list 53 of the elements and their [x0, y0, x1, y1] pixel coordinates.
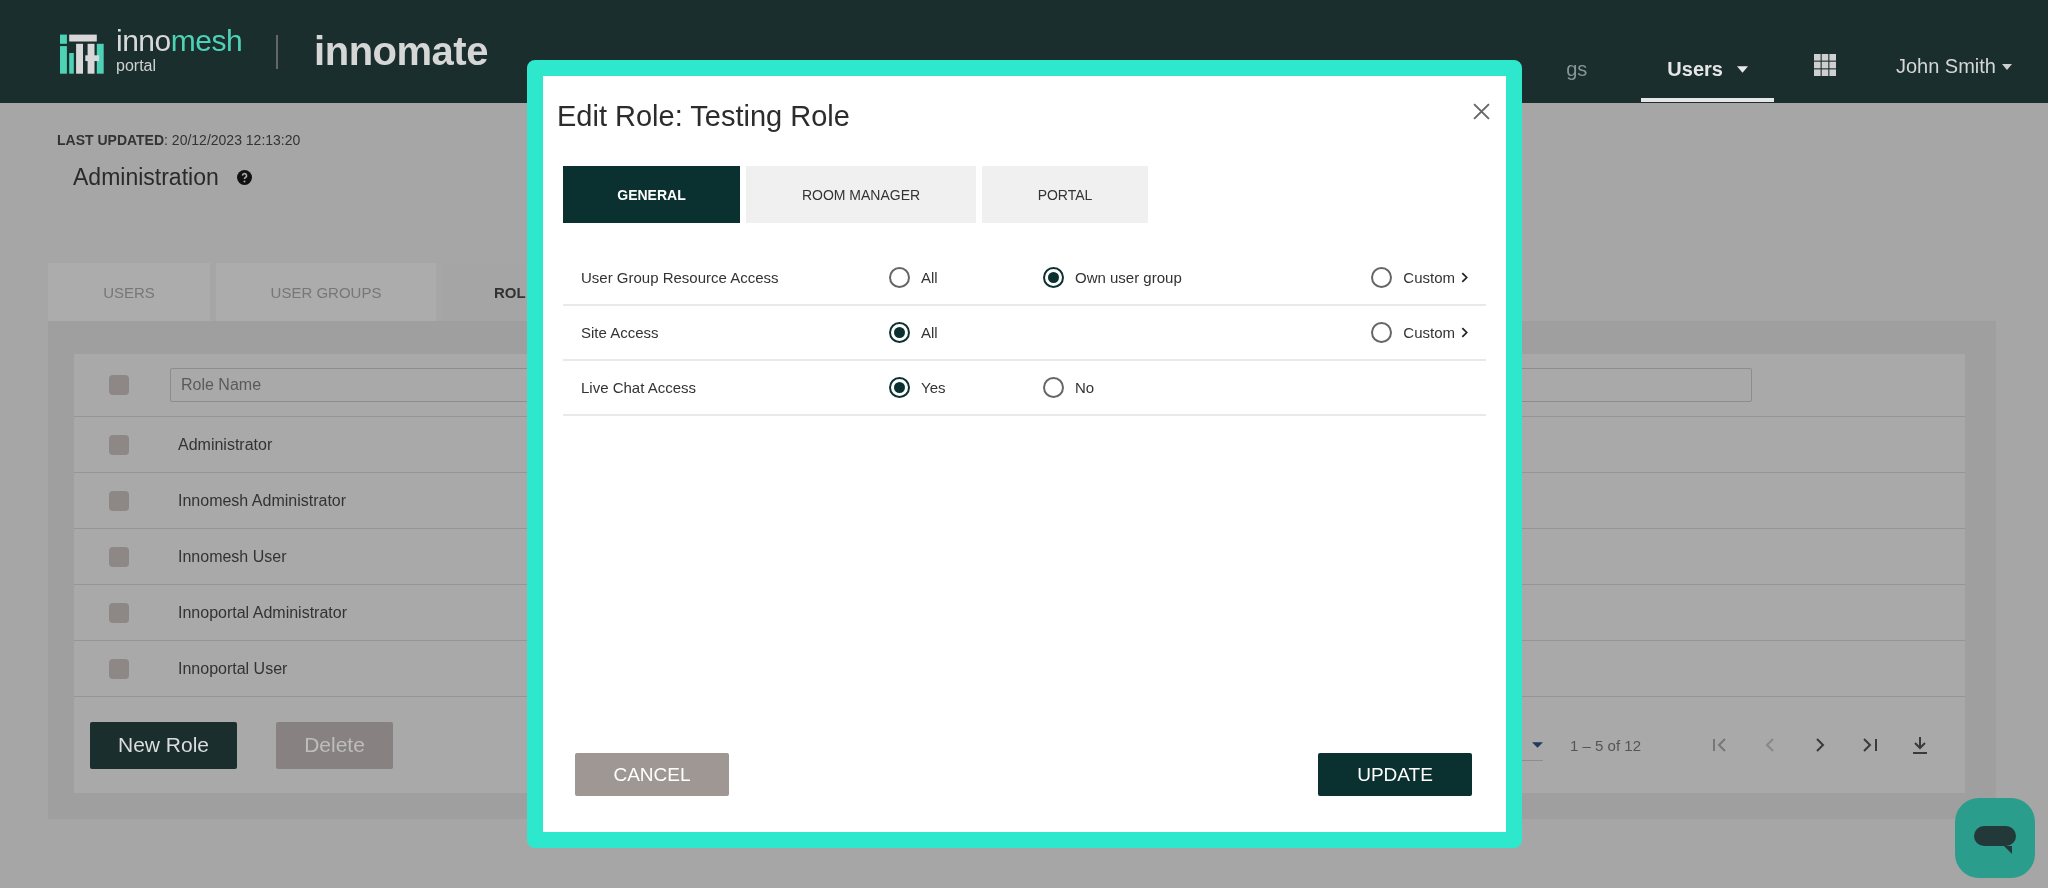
dialog-button[interactable]: UPDATE — [1318, 753, 1472, 796]
role-name-cell: Innoportal Administrator — [178, 603, 347, 622]
caret-icon — [2002, 63, 2012, 70]
radio-button[interactable] — [889, 267, 910, 288]
radio-button[interactable] — [1371, 267, 1393, 288]
download-icon[interactable] — [1910, 735, 1930, 755]
radio-button[interactable] — [889, 322, 910, 343]
row-checkbox[interactable] — [109, 546, 129, 567]
logo-text: innomesh — [116, 25, 243, 56]
row-checkbox[interactable] — [109, 602, 129, 623]
dialog-tab[interactable]: ROOM MANAGER — [746, 166, 976, 223]
radio-option[interactable]: Custom — [1371, 322, 1468, 343]
logo-subtitle: portal — [116, 57, 158, 74]
radio-option[interactable]: All — [889, 267, 1043, 288]
dialog-tab[interactable]: GENERAL — [563, 166, 740, 223]
radio-option[interactable]: Yes — [889, 377, 1043, 398]
setting-label: User Group Resource Access — [581, 269, 780, 286]
role-name-cell: Innoportal User — [178, 659, 288, 678]
last-updated-text: LAST UPDATED: 20/12/2023 12:13:20 — [57, 132, 302, 148]
apps-grid-icon[interactable] — [1813, 53, 1836, 76]
row-checkbox[interactable] — [109, 434, 129, 455]
role-name-cell: Innomesh User — [178, 547, 287, 566]
chevron-icon — [1461, 327, 1468, 338]
radio-option[interactable]: All — [889, 322, 1043, 343]
radio-option[interactable]: No — [1043, 377, 1468, 398]
page-title: Administration — [73, 164, 219, 191]
select-all-checkbox[interactable] — [109, 375, 129, 395]
setting-label: Live Chat Access — [581, 379, 698, 396]
caret-icon — [1532, 741, 1544, 748]
chat-bubble-icon — [1974, 826, 2016, 856]
radio-button[interactable] — [1371, 322, 1393, 343]
radio-option[interactable]: Custom — [1371, 267, 1468, 288]
setting-label: Site Access — [581, 324, 660, 341]
chat-button[interactable] — [1955, 798, 2035, 878]
page-range-text: 1 – 5 of 12 — [1570, 736, 1641, 754]
dialog-title: Edit Role: Testing Role — [557, 99, 850, 133]
chevron-icon — [1461, 272, 1468, 283]
product-name: innomate — [314, 29, 488, 74]
user-menu[interactable]: John Smith — [1895, 55, 2012, 78]
close-icon[interactable] — [1473, 102, 1490, 120]
radio-button[interactable] — [889, 377, 910, 398]
dialog-tab[interactable]: PORTAL — [982, 166, 1148, 223]
radio-option[interactable]: Own user group — [1043, 267, 1372, 288]
nav-link[interactable]: Users — [1641, 41, 1774, 102]
role-name-cell: Innomesh Administrator — [178, 491, 347, 510]
nav-link[interactable]: gs — [1566, 41, 1614, 102]
radio-button[interactable] — [1043, 267, 1064, 288]
row-checkbox[interactable] — [109, 490, 129, 511]
help-icon[interactable] — [236, 170, 252, 185]
role-name-cell: Administrator — [178, 435, 273, 454]
radio-button[interactable] — [1043, 377, 1064, 398]
action-button[interactable]: New Role — [90, 721, 237, 769]
row-checkbox[interactable] — [109, 658, 129, 679]
